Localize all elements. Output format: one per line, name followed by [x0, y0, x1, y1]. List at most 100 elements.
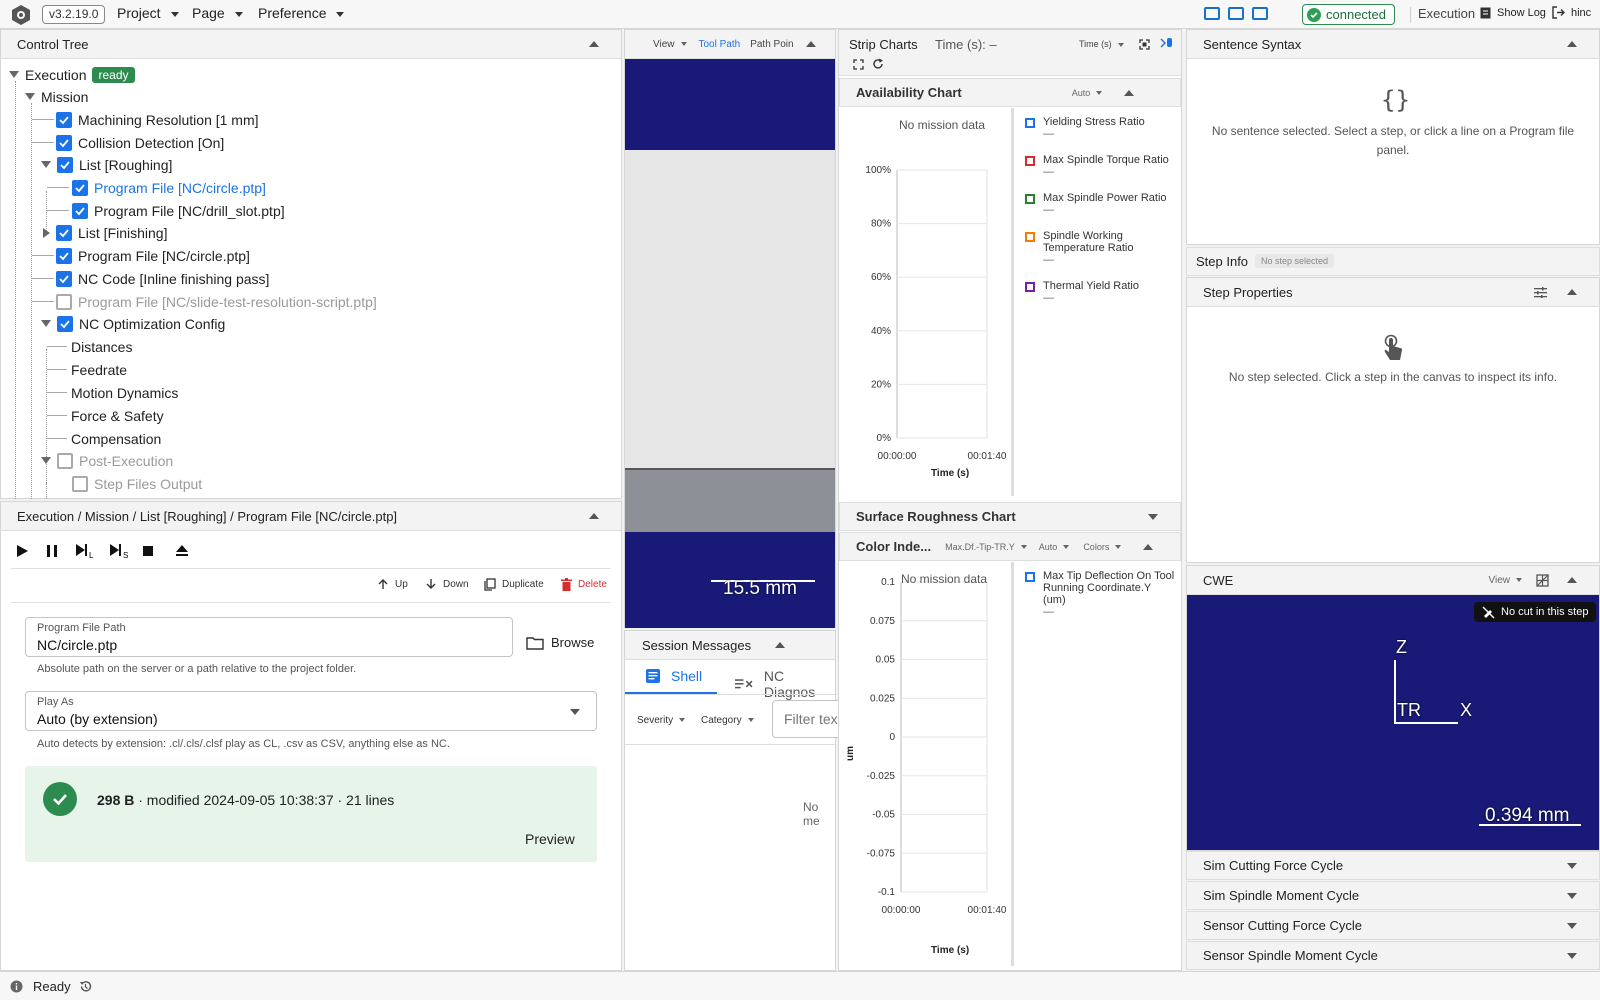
- tree-node-list-roughing[interactable]: List [Roughing]: [41, 153, 172, 176]
- legend-item[interactable]: Yielding Stress Ratio —: [1025, 116, 1175, 140]
- viewport-canvas-top[interactable]: [625, 59, 835, 150]
- preview-button[interactable]: Preview: [525, 831, 575, 847]
- tree-node-feedrate[interactable]: Feedrate: [71, 358, 127, 381]
- tree-node-program-file-circle[interactable]: Program File [NC/circle.ptp]: [56, 244, 250, 267]
- up-button[interactable]: Up: [377, 578, 408, 590]
- legend-item[interactable]: Max Spindle Torque Ratio —: [1025, 154, 1175, 178]
- tree-node-program-file-slide-test[interactable]: Program File [NC/slide-test-resolution-s…: [56, 290, 377, 313]
- program-file-path-input[interactable]: NC/circle.ptp: [37, 637, 117, 653]
- tree-node-distances[interactable]: Distances: [71, 335, 132, 358]
- eject-icon[interactable]: [175, 544, 189, 558]
- sim-spindle-moment-cycle-header[interactable]: Sim Spindle Moment Cycle: [1186, 881, 1600, 910]
- tree-node-program-file-circle-selected[interactable]: Program File [NC/circle.ptp]: [72, 176, 266, 199]
- viewport-canvas-bottom[interactable]: 15.5 mm: [625, 532, 835, 628]
- layout-1-icon[interactable]: [1204, 7, 1220, 20]
- viewport-canvas-mid[interactable]: [625, 150, 835, 468]
- tree-node-post-execution[interactable]: Post-Execution: [41, 449, 173, 472]
- collapse-icon[interactable]: [1143, 543, 1154, 550]
- collapse-icon[interactable]: [1567, 289, 1577, 295]
- tree-node-list-finishing[interactable]: List [Finishing]: [41, 221, 167, 244]
- tab-shell[interactable]: Shell: [645, 668, 702, 684]
- colors-select[interactable]: Colors: [1083, 542, 1122, 552]
- history-icon[interactable]: [79, 980, 92, 993]
- checkbox-checked-icon[interactable]: [56, 247, 72, 264]
- cwe-canvas[interactable]: No cut in this step Z X TR 0.394 mm: [1187, 595, 1599, 850]
- checkbox-unchecked-icon[interactable]: [72, 475, 88, 492]
- legend-item[interactable]: Thermal Yield Ratio —: [1025, 280, 1175, 304]
- step-sentence-icon[interactable]: S: [109, 543, 131, 559]
- menu-project[interactable]: Project: [117, 5, 179, 21]
- checkbox-checked-icon[interactable]: [56, 270, 72, 287]
- checkbox-checked-icon[interactable]: [56, 134, 72, 151]
- play-icon[interactable]: [15, 544, 29, 558]
- layout-2-icon[interactable]: [1228, 7, 1244, 20]
- fit-screen-icon[interactable]: [1139, 39, 1150, 50]
- expand-icon[interactable]: [1567, 922, 1577, 929]
- collapse-icon[interactable]: [1567, 577, 1577, 583]
- logout-button[interactable]: hinc: [1552, 6, 1591, 19]
- tree-node-step-files-output[interactable]: Step Files Output: [72, 472, 202, 495]
- view-menu[interactable]: View: [653, 39, 687, 50]
- legend-item[interactable]: Spindle Working Temperature Ratio —: [1025, 230, 1175, 266]
- cwe-view-menu[interactable]: View: [1489, 575, 1522, 586]
- tree-node-motion-dynamics[interactable]: Motion Dynamics: [71, 381, 178, 404]
- down-button[interactable]: Down: [425, 578, 469, 590]
- duplicate-button[interactable]: Duplicate: [483, 578, 544, 591]
- surface-roughness-chart-header[interactable]: Surface Roughness Chart: [839, 502, 1181, 531]
- tune-icon[interactable]: [1534, 286, 1547, 298]
- menu-page[interactable]: Page: [192, 5, 243, 21]
- checkbox-checked-icon[interactable]: [72, 179, 88, 196]
- tree-node-compensation[interactable]: Compensation: [71, 427, 161, 450]
- auto-select[interactable]: Auto: [1072, 88, 1103, 98]
- pause-icon[interactable]: [45, 544, 59, 558]
- severity-filter[interactable]: Severity: [637, 715, 686, 726]
- tree-node-execution[interactable]: Execution ready: [9, 63, 135, 86]
- expand-icon[interactable]: [1567, 862, 1577, 869]
- metric-select[interactable]: Max.Df.-Tip-TR.Y: [945, 542, 1027, 552]
- sensor-cutting-force-cycle-header[interactable]: Sensor Cutting Force Cycle: [1186, 911, 1600, 940]
- checkbox-checked-icon[interactable]: [57, 315, 73, 332]
- tree-node-machining-resolution[interactable]: Machining Resolution [1 mm]: [56, 108, 259, 131]
- collapse-icon[interactable]: [589, 41, 599, 47]
- checkbox-unchecked-icon[interactable]: [56, 293, 72, 310]
- sensor-spindle-moment-cycle-header[interactable]: Sensor Spindle Moment Cycle: [1186, 941, 1600, 970]
- checkbox-checked-icon[interactable]: [72, 202, 88, 219]
- tree-node-mission[interactable]: Mission: [25, 85, 88, 108]
- viewport-canvas-grey[interactable]: [625, 470, 835, 532]
- stop-icon[interactable]: [141, 544, 155, 558]
- availability-chart-header[interactable]: Availability Chart Auto: [839, 78, 1181, 107]
- refresh-icon[interactable]: [872, 58, 884, 70]
- auto-select[interactable]: Auto: [1039, 542, 1070, 552]
- step-line-icon[interactable]: L: [75, 543, 97, 559]
- sim-cutting-force-cycle-header[interactable]: Sim Cutting Force Cycle: [1186, 851, 1600, 880]
- tab-tool-path[interactable]: Tool Path: [699, 39, 741, 50]
- delete-button[interactable]: Delete: [561, 578, 607, 591]
- checkbox-checked-icon[interactable]: [56, 224, 72, 241]
- collapse-icon[interactable]: [589, 513, 599, 519]
- expand-icon[interactable]: [1567, 892, 1577, 899]
- collapse-icon[interactable]: [1124, 89, 1135, 96]
- collapse-icon[interactable]: [775, 642, 786, 648]
- expand-icon[interactable]: [1148, 513, 1158, 520]
- collapse-icon[interactable]: [805, 41, 816, 47]
- fullscreen-icon[interactable]: [853, 59, 864, 70]
- checkbox-unchecked-icon[interactable]: [57, 452, 73, 469]
- grid-off-icon[interactable]: [1536, 573, 1549, 587]
- show-log-button[interactable]: Show Log: [1480, 7, 1546, 19]
- layout-3-icon[interactable]: [1252, 7, 1268, 20]
- collapse-icon[interactable]: [1567, 41, 1577, 47]
- tree-node-nc-code[interactable]: NC Code [Inline finishing pass]: [56, 267, 269, 290]
- checkbox-checked-icon[interactable]: [57, 156, 73, 173]
- legend-item[interactable]: Max Spindle Power Ratio —: [1025, 192, 1175, 216]
- expand-icon[interactable]: [1567, 952, 1577, 959]
- time-unit-select[interactable]: Time (s): [1079, 39, 1124, 49]
- tree-node-program-file-drill-slot[interactable]: Program File [NC/drill_slot.ptp]: [72, 199, 285, 222]
- tree-node-force-safety[interactable]: Force & Safety: [71, 404, 164, 427]
- legend-item[interactable]: Max Tip Deflection On Tool Running Coord…: [1025, 570, 1175, 618]
- menu-preference[interactable]: Preference: [258, 5, 345, 21]
- color-index-chart-header[interactable]: Color Inde... Max.Df.-Tip-TR.Y Auto Colo…: [839, 532, 1181, 561]
- tree-node-nc-optimization-config[interactable]: NC Optimization Config: [41, 312, 225, 335]
- category-filter[interactable]: Category: [701, 715, 754, 726]
- program-file-path-field[interactable]: Program File Path NC/circle.ptp: [25, 617, 513, 657]
- toggle-sync-icon[interactable]: [1159, 37, 1173, 51]
